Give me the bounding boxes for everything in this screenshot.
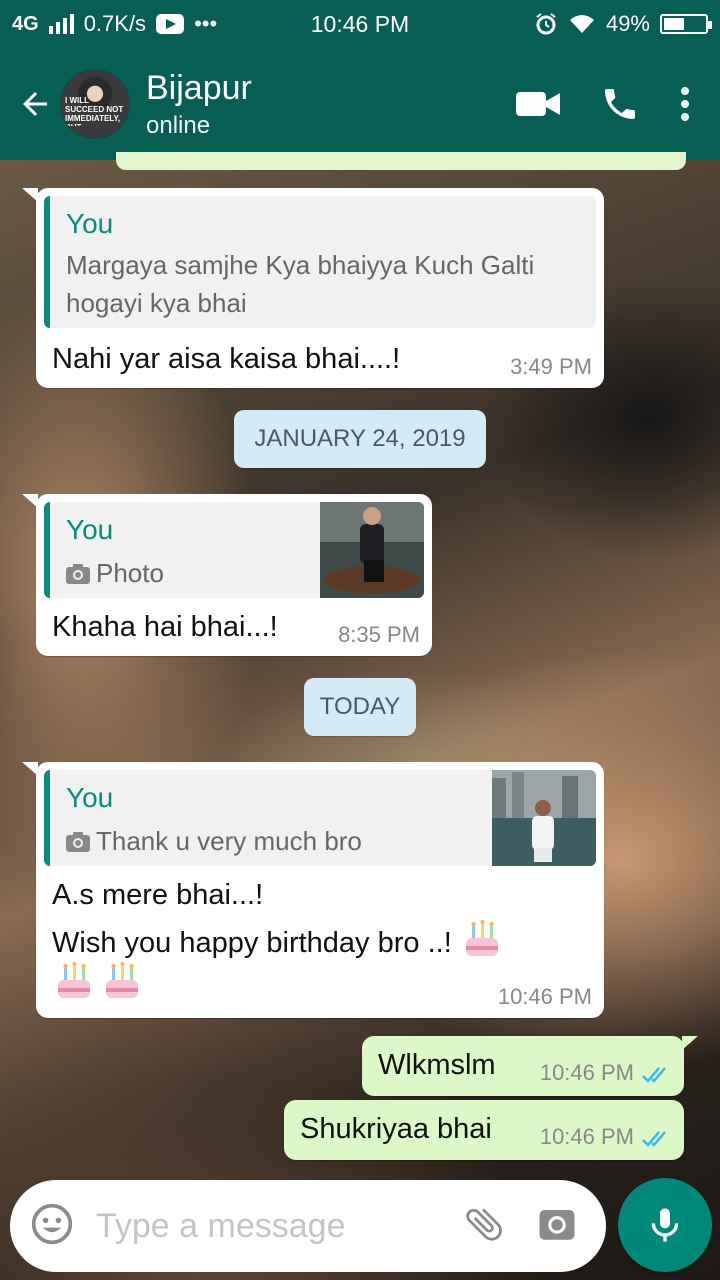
avatar-caption: I WILL SUCCEED NOT IMMEDIATELY, BUT DEFI… [65,96,124,126]
message-bubble[interactable]: You Margaya samjhe Kya bhaiyya Kuch Galt… [22,188,604,388]
message-bubble-outgoing[interactable]: Shukriyaa bhai 10:46 PM [284,1100,684,1160]
phone-icon [605,89,635,119]
message-text: Nahi yar aisa kaisa bhai....! [52,343,401,375]
photo-thumbnail [320,502,424,598]
quote-caption: Thank u very much bro [96,826,362,856]
quote-photo-label: Photo [96,558,164,588]
message-input[interactable]: Type a message [96,1207,462,1246]
read-ticks-icon [642,1067,666,1083]
voice-call-button[interactable] [600,84,640,124]
message-time-text: 10:46 PM [539,1060,634,1085]
emoji-button[interactable] [30,1202,74,1251]
camera-icon [539,1209,575,1240]
date-label: JANUARY 24, 2019 [254,425,466,452]
quote-text-line-1: Margaya samjhe Kya bhaiyya Kuch Galti [66,250,535,280]
date-label: TODAY [319,693,401,720]
date-separator: TODAY [304,678,416,736]
message-text: Wlkmslm [378,1049,496,1081]
quote-author: You [66,514,114,545]
microphone-icon [651,1208,679,1242]
attach-button[interactable] [462,1202,506,1251]
message-composer: Type a message [10,1180,606,1272]
birthday-cake-emoji [106,962,139,998]
paperclip-icon [466,1207,502,1241]
message-time: 10:46 PM [540,1124,672,1150]
birthday-cake-emoji [465,920,498,956]
quote-thumbnail [492,770,596,866]
camera-small-icon [66,832,90,852]
quote-text: Photo [66,554,164,592]
camera-small-icon [66,564,90,584]
quote-thumbnail [320,502,424,598]
back-button[interactable] [10,79,60,129]
message-bubble[interactable]: You Thank u very much bro A.s mere bhai.… [22,762,604,1018]
voice-record-button[interactable] [618,1178,712,1272]
chat-header: I WILL SUCCEED NOT IMMEDIATELY, BUT DEFI… [0,48,720,160]
youtube-icon [156,14,185,34]
alarm-icon [536,13,556,35]
quote-author: You [66,782,114,813]
message-bubble-outgoing[interactable]: Wlkmslm 10:46 PM [362,1036,698,1096]
quote-author: You [66,208,114,239]
previous-message-edge [116,152,686,170]
message-time-text: 10:46 PM [539,1124,634,1149]
message-text-line-2-text: Wish you happy birthday bro ..! [52,927,452,959]
avatar[interactable]: I WILL SUCCEED NOT IMMEDIATELY, BUT DEFI… [60,69,130,139]
bubble-tail [22,188,38,202]
quoted-message[interactable]: You Photo [44,502,424,598]
signal-icon [48,14,74,34]
message-text: Khaha hai bhai...! [52,611,278,643]
video-camera-icon [516,92,560,116]
quoted-message[interactable]: You Thank u very much bro [44,770,596,866]
contact-info[interactable]: Bijapur online [146,68,252,140]
network-type: 4G [12,12,39,35]
menu-button[interactable] [680,86,690,122]
message-bubble[interactable]: You Photo Khaha hai bhai...! 8:35 PM [22,494,432,656]
arrow-left-icon [23,92,47,116]
date-separator: JANUARY 24, 2019 [234,410,486,468]
camera-button[interactable] [536,1203,578,1250]
battery-percent: 49% [605,11,650,36]
birthday-cake-emoji [58,962,90,998]
contact-name: Bijapur [146,69,252,107]
more-notifications: ••• [194,11,218,36]
bubble-tail [22,762,38,776]
bubble-tail [22,494,38,508]
message-text-line-2: Wish you happy birthday bro ..! [52,918,504,966]
message-time: 3:49 PM [510,354,592,379]
contact-status: online [146,112,211,139]
message-time: 10:46 PM [540,1060,672,1086]
bubble-tail [682,1036,698,1050]
video-call-button[interactable] [516,89,560,119]
battery-level [664,18,684,30]
message-text: Shukriyaa bhai [300,1113,492,1145]
emoji-icon [31,1203,73,1244]
message-time: 8:35 PM [338,622,420,647]
read-ticks-icon [642,1131,666,1147]
cake-emoji-row [52,960,144,1009]
message-text-line-1: A.s mere bhai...! [52,879,264,911]
quote-text: Thank u very much bro [66,822,362,860]
photo-thumbnail [492,770,596,866]
more-vertical-icon [681,87,689,121]
message-time: 10:46 PM [497,984,592,1009]
quote-text-line-2: hogayi kya bhai [66,288,247,318]
status-bar: 4G 0.7K/s ••• 10:46 PM 49% [0,0,720,48]
wifi-icon [569,15,594,33]
network-speed: 0.7K/s [83,11,147,36]
battery-icon [660,14,712,34]
quoted-message[interactable]: You Margaya samjhe Kya bhaiyya Kuch Galt… [44,196,596,328]
